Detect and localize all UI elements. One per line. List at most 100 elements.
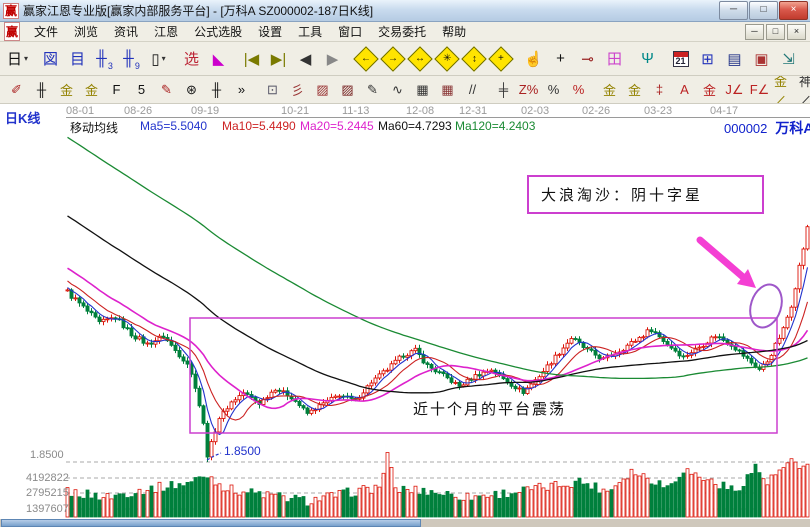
vertical-marker-button[interactable]: ‡ (647, 78, 672, 101)
save-tool-button[interactable]: ▣ (748, 46, 775, 72)
box-fan-2-icon: ▨ (341, 82, 353, 98)
zoom-all-button[interactable]: ✳ (433, 46, 460, 72)
gann-scale-2-button[interactable]: ╫ (204, 78, 229, 101)
golden-section-v-button[interactable]: 金 (54, 78, 79, 101)
annotation-text-box[interactable]: 大浪淘沙：阴十字星 (527, 175, 764, 214)
golden-angle-button[interactable]: 金∠ (772, 78, 797, 101)
gann-wheel-button[interactable]: ⊛ (179, 78, 204, 101)
doji-circle[interactable] (745, 280, 787, 331)
memo-tool-button[interactable]: ▤ (721, 46, 748, 72)
j-angle-button[interactable]: J∠ (722, 78, 747, 101)
percent-plain-icon: % (548, 82, 560, 97)
menu-item-file[interactable]: 文件 (26, 21, 66, 42)
print-tool-button[interactable]: ⊟ (802, 46, 810, 72)
export-tool-button[interactable]: ⇲ (775, 46, 802, 72)
stock-pick-button[interactable]: 选 (178, 46, 205, 72)
hand-tool-icon: ☝ (524, 50, 543, 68)
multi-chart-9-button[interactable]: ╫9 (118, 46, 145, 72)
date-label: 09-19 (191, 105, 219, 117)
zoom-area-button[interactable]: 図 (37, 46, 64, 72)
f-ruler-button[interactable]: F (104, 78, 129, 101)
more-tools-button[interactable]: » (229, 78, 254, 101)
fan-rays-button[interactable]: 彡 (285, 78, 310, 101)
low-price-annotation[interactable]: 1.8500 (224, 444, 261, 458)
zigzag-wave-icon: ∿ (392, 82, 403, 98)
hand-tool-button[interactable]: ☝ (520, 46, 547, 72)
zoom-vertical-button[interactable]: ↕ (460, 46, 487, 72)
measure-bars-button[interactable]: ╪ (491, 78, 516, 101)
vertical-marker-icon: ‡ (656, 82, 663, 97)
shen-angle-button[interactable]: 神∠ (797, 78, 810, 101)
multi-chart-3-icon: ╫ (96, 50, 107, 67)
multi-chart-3-button[interactable]: ╫3 (91, 46, 118, 72)
menu-item-window[interactable]: 窗口 (330, 21, 370, 42)
box-fan-2-button[interactable]: ▨ (335, 78, 360, 101)
candle-style-button[interactable]: ▯▾ (145, 46, 172, 72)
mdi-restore-button[interactable]: □ (766, 24, 785, 40)
calculator-tool-button[interactable]: ⊞ (694, 46, 721, 72)
parallel-lines-icon: // (469, 82, 476, 97)
scrollbar-thumb[interactable] (1, 519, 421, 527)
draw-pen-button[interactable]: ✐ (4, 78, 29, 101)
close-button[interactable]: × (779, 1, 808, 20)
calendar-tool-button[interactable]: 21 (667, 46, 694, 72)
grid-shift-button[interactable]: ▦ (435, 78, 460, 101)
a-wave-button[interactable]: A (672, 78, 697, 101)
percent-plain-button[interactable]: % (541, 78, 566, 101)
gann-scale-1-button[interactable]: ╫ (29, 78, 54, 101)
pan-left-button[interactable]: ← (352, 46, 379, 72)
minimize-button[interactable]: ─ (719, 1, 748, 20)
sector-histogram-button[interactable]: ◣ (205, 46, 232, 72)
kline-chart[interactable] (0, 104, 810, 527)
golden-under-button[interactable]: 金 (697, 78, 722, 101)
maximize-button[interactable]: □ (749, 1, 778, 20)
horizontal-scrollbar[interactable] (0, 519, 810, 527)
platform-annotation-text[interactable]: 近十个月的平台震荡 (413, 398, 566, 419)
golden-circle-button[interactable]: 金 (597, 78, 622, 101)
crosshair-tool-button[interactable]: + (547, 46, 574, 72)
menu-item-help[interactable]: 帮助 (434, 21, 474, 42)
menu-item-formula-pick[interactable]: 公式选股 (186, 21, 250, 42)
menu-item-browse[interactable]: 浏览 (66, 21, 106, 42)
f-angle-button[interactable]: F∠ (747, 78, 772, 101)
export-tool-icon: ⇲ (782, 50, 795, 68)
box-fan-1-button[interactable]: ▨ (310, 78, 335, 101)
menu-item-trade[interactable]: 交易委托 (370, 21, 434, 42)
draw-marker-icon: ✎ (161, 82, 172, 98)
menu-item-tools[interactable]: 工具 (290, 21, 330, 42)
percent-zone-button[interactable]: Z% (516, 78, 541, 101)
date-label: 02-03 (521, 105, 549, 117)
menu-item-news[interactable]: 资讯 (106, 21, 146, 42)
pan-all-button[interactable]: + (487, 46, 514, 72)
spiral-5-button[interactable]: 5 (129, 78, 154, 101)
zoom-horizontal-button[interactable]: ↔ (406, 46, 433, 72)
last-page-button[interactable]: ▶| (265, 46, 292, 72)
grid-dense-button[interactable]: ▦ (410, 78, 435, 101)
zigzag-wave-button[interactable]: ∿ (385, 78, 410, 101)
menu-item-gann[interactable]: 江恩 (146, 21, 186, 42)
info-view-button[interactable]: 目 (64, 46, 91, 72)
pan-right-button[interactable]: → (379, 46, 406, 72)
prev-page-button[interactable]: ◀ (292, 46, 319, 72)
mdi-close-button[interactable]: × (787, 24, 806, 40)
percent-red-button[interactable]: % (566, 78, 591, 101)
period-day-button[interactable]: 日▾ (4, 46, 31, 72)
mdi-minimize-button[interactable]: ─ (745, 24, 764, 40)
percent-zone-icon: Z% (519, 82, 539, 97)
golden-bar-button[interactable]: 金 (622, 78, 647, 101)
gann-grid-pink-button[interactable]: 田 (601, 46, 628, 72)
box-frame-button[interactable]: ⊡ (260, 78, 285, 101)
smart-analysis-button[interactable]: Ψ (634, 46, 661, 72)
next-page-button[interactable]: ▶ (319, 46, 346, 72)
first-page-button[interactable]: |◀ (238, 46, 265, 72)
trend-arrow[interactable] (700, 240, 756, 288)
trendline-tool-button[interactable]: ⊸ (574, 46, 601, 72)
golden-section-h-button[interactable]: 金 (79, 78, 104, 101)
draw-pen-icon: ✐ (11, 82, 22, 98)
pencil-line-button[interactable]: ✎ (360, 78, 385, 101)
next-page-icon: ▶ (327, 50, 339, 68)
parallel-lines-button[interactable]: // (460, 78, 485, 101)
draw-marker-button[interactable]: ✎ (154, 78, 179, 101)
menu-item-settings[interactable]: 设置 (250, 21, 290, 42)
save-tool-icon: ▣ (754, 50, 768, 68)
